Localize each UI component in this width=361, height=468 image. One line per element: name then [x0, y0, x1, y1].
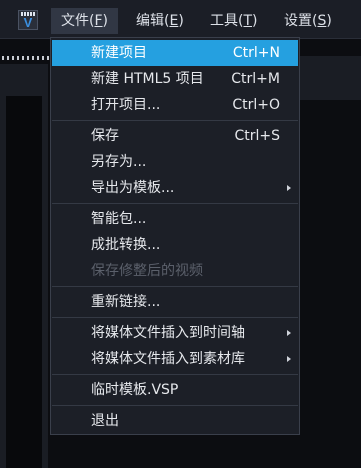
- v-logo-glyph: V: [23, 15, 33, 30]
- menu-item-open-project[interactable]: 打开项目... Ctrl+O: [52, 92, 298, 118]
- menu-tools[interactable]: 工具(T): [210, 8, 258, 34]
- left-panel-content: [6, 96, 42, 468]
- menu-item-new-html5-project[interactable]: 新建 HTML5 项目 Ctrl+M: [52, 66, 298, 92]
- right-panel-top: [300, 56, 361, 64]
- menu-settings[interactable]: 设置(S): [284, 8, 332, 34]
- menu-separator: [52, 374, 298, 375]
- menu-item-batch-convert[interactable]: 成批转换...: [52, 232, 298, 258]
- submenu-arrow-icon: [287, 330, 291, 336]
- menu-bar: V 文件(F) 编辑(E) 工具(T) 设置(S): [0, 0, 361, 39]
- menu-item-export-template[interactable]: 导出为模板...: [52, 175, 298, 201]
- menu-item-recent-vsp[interactable]: 临时模板.VSP: [52, 377, 298, 403]
- submenu-arrow-icon: [287, 356, 291, 362]
- menu-item-new-project[interactable]: 新建项目 Ctrl+N: [52, 40, 298, 66]
- menu-file[interactable]: 文件(F): [51, 8, 118, 34]
- menu-separator: [52, 317, 298, 318]
- app-logo-icon[interactable]: V: [18, 10, 38, 30]
- menu-item-save-as[interactable]: 另存为...: [52, 149, 298, 175]
- submenu-arrow-icon: [287, 185, 291, 191]
- menu-item-save[interactable]: 保存 Ctrl+S: [52, 123, 298, 149]
- right-panel-header: [300, 56, 361, 100]
- menu-item-smart-package[interactable]: 智能包...: [52, 206, 298, 232]
- menu-item-insert-to-library[interactable]: 将媒体文件插入到素材库: [52, 346, 298, 372]
- menu-separator: [52, 203, 298, 204]
- file-menu-dropdown: 新建项目 Ctrl+N 新建 HTML5 项目 Ctrl+M 打开项目... C…: [50, 37, 300, 435]
- menu-separator: [52, 405, 298, 406]
- menu-edit[interactable]: 编辑(E): [136, 8, 184, 34]
- left-panel: [0, 64, 48, 468]
- menu-item-exit[interactable]: 退出: [52, 408, 298, 434]
- drag-handle[interactable]: [2, 56, 50, 60]
- menu-separator: [52, 286, 298, 287]
- menu-item-save-trimmed-video: 保存修整后的视频: [91, 263, 203, 279]
- menu-separator: [52, 120, 298, 121]
- menu-item-relink[interactable]: 重新链接...: [52, 289, 298, 315]
- menu-item-insert-to-timeline[interactable]: 将媒体文件插入到时间轴: [52, 320, 298, 346]
